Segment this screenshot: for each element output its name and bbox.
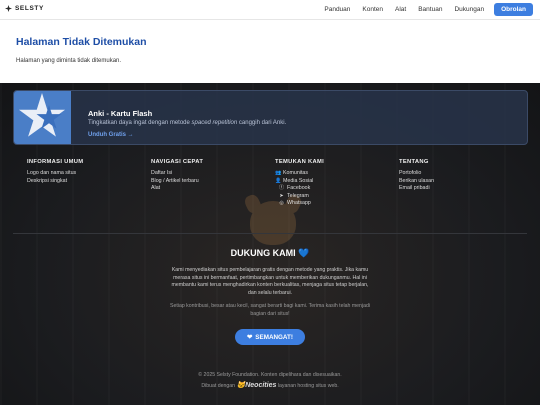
footer-link[interactable]: Berikan ulasan	[399, 178, 434, 186]
not-found-message: Halaman yang diminta tidak ditemukan.	[16, 58, 122, 64]
footer-link-telegram[interactable]: ➤ Telegram	[275, 193, 324, 201]
hosting-credit: Dibuat dengan 🐱Neocities layanan hosting…	[201, 382, 339, 389]
nav-links: Panduan Konten Alat Bantuan Dukungan Obr…	[318, 3, 533, 16]
footer-col-find-us: TEMUKAN KAMI 👥 Komunitas 👤 Media Sosial ⓕ F…	[275, 159, 324, 208]
whatsapp-icon: ◎	[279, 200, 284, 207]
footer-col-nav: NAVIGASI CEPAT Daftar Isi Blog / Artikel…	[151, 159, 203, 193]
footer-link-komunitas[interactable]: 👥 Komunitas	[275, 170, 324, 178]
support-section: DUKUNG KAMI 💙 Kami menyediakan situs pem…	[170, 248, 370, 319]
brand-name: SELSTY	[15, 5, 44, 12]
footer-col-title: TEMUKAN KAMI	[275, 159, 325, 165]
anki-description: Tingkatkan daya ingat dengan metode spac…	[88, 120, 287, 126]
copyright-text: © 2025 Selsty Foundation. Konten dipelih…	[198, 372, 342, 378]
footer-col-title: INFORMASI UMUM	[27, 159, 84, 165]
anki-promo-card[interactable]: Anki - Kartu Flash Tingkatkan daya ingat…	[13, 90, 528, 145]
anki-title: Anki - Kartu Flash	[88, 109, 153, 118]
footer-link-facebook[interactable]: ⓕ Facebook	[275, 185, 324, 193]
footer-col-info: INFORMASI UMUM Logo dan nama situs Deskr…	[27, 159, 83, 185]
footer-link[interactable]: Daftar Isi	[151, 170, 203, 178]
footer-link[interactable]: Alat	[151, 185, 203, 193]
page-title: Halaman Tidak Ditemukan	[16, 36, 147, 48]
heart-icon: 💙	[298, 248, 310, 258]
footer-link[interactable]: Logo dan nama situs	[27, 170, 83, 178]
telegram-icon: ➤	[279, 192, 284, 199]
footer-link-media-sosial[interactable]: 👤 Media Sosial	[275, 178, 324, 186]
footer-link-whatsapp[interactable]: ◎ Whatsapp	[275, 200, 324, 208]
footer-col-title: TENTANG	[399, 159, 429, 165]
brand-logo[interactable]: SELSTY	[5, 5, 44, 12]
star-logo-icon	[5, 5, 12, 12]
users-icon: 👥	[275, 170, 282, 177]
heart-icon: ❤	[247, 333, 253, 341]
footer-col-about: TENTANG Portofolio Berikan ulasan Email …	[399, 159, 434, 193]
chat-button[interactable]: Obrolan	[494, 3, 533, 16]
support-subtext: Setiap kontribusi, besar atau kecil, san…	[170, 303, 371, 317]
footer-link[interactable]: Portofolio	[399, 170, 434, 178]
footer-link[interactable]: Blog / Artikel terbaru	[151, 178, 203, 186]
footer-divider	[13, 233, 527, 234]
top-navbar: SELSTY Panduan Konten Alat Bantuan Dukun…	[0, 0, 540, 20]
nav-link-panduan[interactable]: Panduan	[318, 4, 356, 15]
neocities-logo[interactable]: 🐱Neocities	[237, 382, 277, 389]
nav-link-bantuan[interactable]: Bantuan	[412, 4, 448, 15]
support-button[interactable]: ❤ SEMANGAT!	[235, 329, 305, 345]
nav-link-dukungan[interactable]: Dukungan	[448, 4, 490, 15]
facebook-icon: ⓕ	[279, 185, 285, 192]
support-title: DUKUNG KAMI 💙	[230, 248, 310, 258]
nav-link-konten[interactable]: Konten	[356, 4, 389, 15]
footer: Anki - Kartu Flash Tingkatkan daya ingat…	[0, 83, 540, 405]
footer-link[interactable]: Deskripsi singkat	[27, 178, 83, 186]
nav-link-alat[interactable]: Alat	[389, 4, 412, 15]
anki-download-link[interactable]: Unduh Gratis →	[88, 132, 134, 138]
anki-logo-icon	[14, 91, 71, 144]
support-text: Kami menyediakan situs pembelajaran grat…	[171, 267, 369, 296]
people-icon: 👤	[275, 177, 282, 184]
footer-col-title: NAVIGASI CEPAT	[151, 159, 204, 165]
footer-link[interactable]: Email pribadi	[399, 185, 434, 193]
main-content: Halaman Tidak Ditemukan Halaman yang dim…	[0, 20, 540, 82]
